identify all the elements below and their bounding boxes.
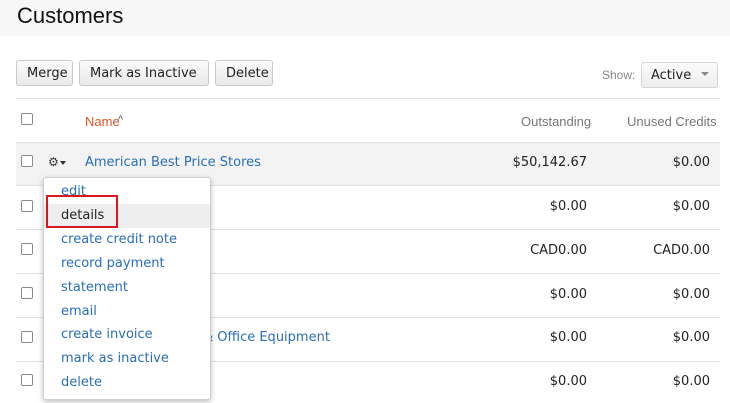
menu-item-mark-as-inactive[interactable]: mark as inactive <box>44 347 210 371</box>
row-checkbox[interactable] <box>21 374 33 386</box>
chevron-down-icon <box>59 160 66 165</box>
column-header-unused-credits[interactable]: Unused Credits <box>627 114 717 129</box>
table-top-border <box>16 98 720 99</box>
menu-item-record-payment[interactable]: record payment <box>44 252 210 276</box>
unused-credits-value: $0.00 <box>672 330 710 345</box>
outstanding-value: CAD0.00 <box>530 243 587 258</box>
customer-name-link[interactable]: & Office Equipment <box>203 330 330 345</box>
column-header-name[interactable]: Name <box>85 114 120 129</box>
menu-item-create-credit-note[interactable]: create credit note <box>44 228 210 252</box>
menu-item-create-invoice[interactable]: create invoice <box>44 323 210 347</box>
row-checkbox[interactable] <box>21 331 33 343</box>
page-title: Customers <box>17 3 124 28</box>
show-label: Show: <box>602 68 636 82</box>
outstanding-value: $50,142.67 <box>512 155 587 170</box>
column-header-outstanding[interactable]: Outstanding <box>521 114 591 129</box>
annotation-highlight-box <box>46 195 118 228</box>
unused-credits-value: $0.00 <box>672 374 710 389</box>
outstanding-value: $0.00 <box>549 374 587 389</box>
unused-credits-value: $0.00 <box>672 155 710 170</box>
mark-inactive-button[interactable]: Mark as Inactive <box>79 60 209 86</box>
menu-item-email[interactable]: email <box>44 300 210 324</box>
outstanding-value: $0.00 <box>549 287 587 302</box>
row-checkbox[interactable] <box>21 287 33 299</box>
outstanding-value: $0.00 <box>549 330 587 345</box>
menu-item-delete[interactable]: delete <box>44 371 210 395</box>
select-all-checkbox[interactable] <box>21 113 33 125</box>
gear-icon[interactable]: ⚙ <box>48 155 66 169</box>
show-filter-select[interactable]: Active <box>641 62 718 88</box>
sort-ascending-icon: ^ <box>118 114 124 126</box>
unused-credits-value: $0.00 <box>672 199 710 214</box>
row-checkbox[interactable] <box>21 243 33 255</box>
delete-button[interactable]: Delete <box>215 60 273 86</box>
customer-name-link[interactable]: American Best Price Stores <box>85 155 261 170</box>
show-filter-value: Active <box>651 68 692 83</box>
unused-credits-value: CAD0.00 <box>653 243 710 258</box>
title-bar: Customers <box>0 0 730 36</box>
chevron-down-icon <box>701 72 709 76</box>
merge-button[interactable]: Merge <box>16 60 73 86</box>
row-checkbox[interactable] <box>21 155 33 167</box>
menu-item-statement[interactable]: statement <box>44 276 210 300</box>
row-checkbox[interactable] <box>21 200 33 212</box>
unused-credits-value: $0.00 <box>672 287 710 302</box>
outstanding-value: $0.00 <box>549 199 587 214</box>
